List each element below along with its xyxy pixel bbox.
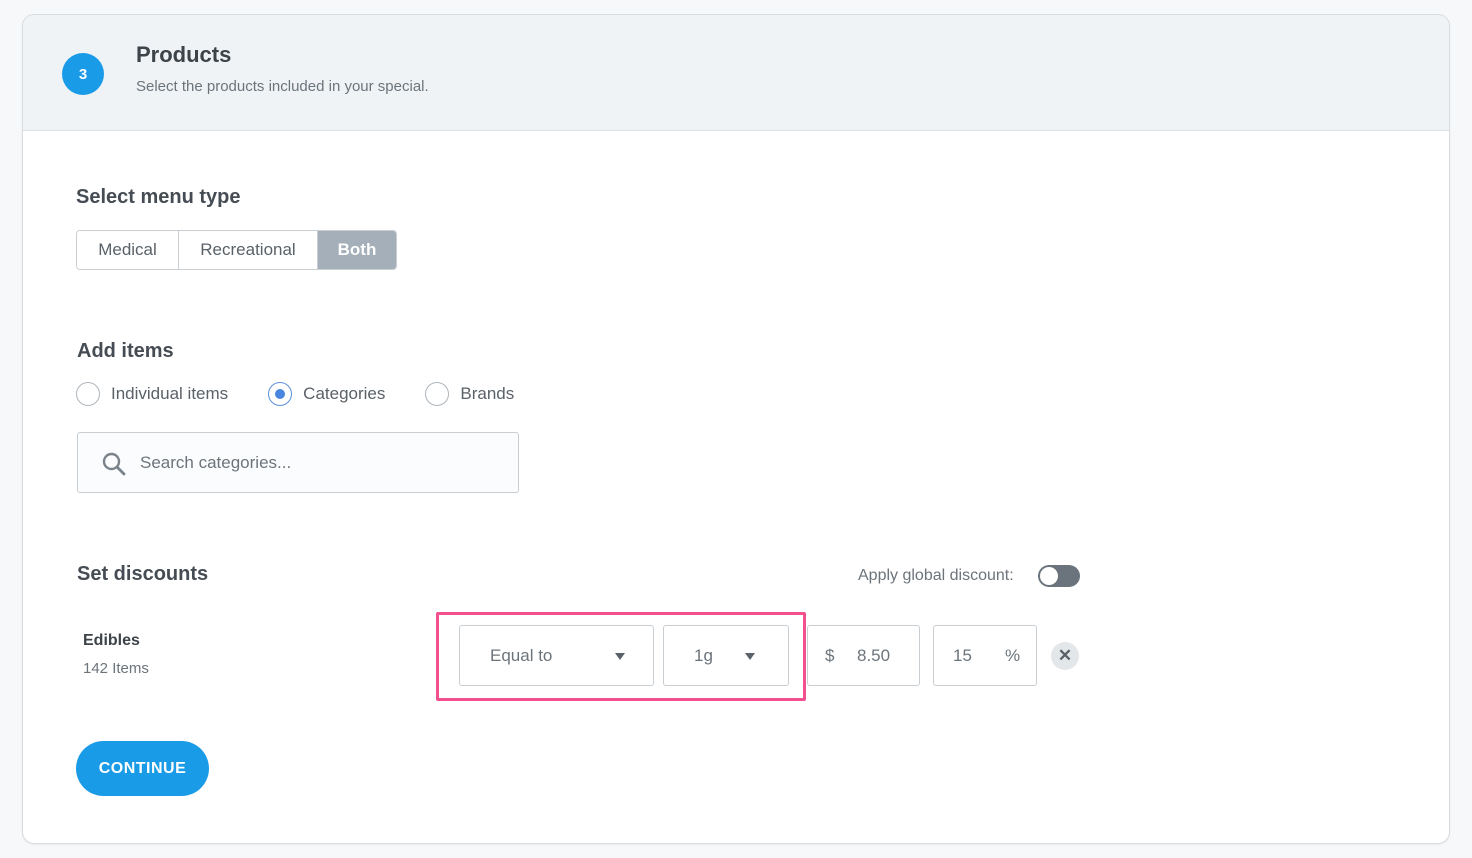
continue-button[interactable]: CONTINUE (76, 741, 209, 796)
set-discounts-title: Set discounts (77, 563, 209, 585)
category-name: Edibles (83, 632, 140, 649)
radio-label: Individual items (111, 384, 229, 403)
menu-type-medical[interactable]: Medical (77, 231, 179, 269)
radio-circle[interactable] (76, 382, 100, 406)
add-items-radio-group: Individual items Categories Brands (76, 382, 554, 406)
products-card: 3 Products Select the products included … (22, 14, 1450, 844)
close-icon: ✕ (1057, 646, 1073, 665)
percent-symbol: % (1005, 646, 1021, 665)
radio-label: Categories (303, 384, 386, 403)
percent-value: 15 (953, 646, 972, 665)
global-discount-toggle[interactable] (1038, 565, 1080, 587)
search-icon (102, 452, 126, 476)
radio-categories[interactable]: Categories (268, 382, 385, 406)
menu-type-segmented-control: Medical Recreational Both (76, 230, 397, 270)
card-header: 3 Products Select the products included … (23, 15, 1449, 131)
radio-individual-items[interactable]: Individual items (76, 382, 228, 406)
menu-type-recreational[interactable]: Recreational (179, 231, 318, 269)
page-subtitle: Select the products included in your spe… (136, 78, 429, 95)
toggle-knob (1040, 567, 1058, 585)
radio-circle-checked[interactable] (268, 382, 293, 406)
step-number-badge: 3 (62, 53, 104, 95)
highlight-box (436, 612, 806, 701)
radio-label: Brands (460, 384, 515, 403)
category-item-count: 142 Items (83, 660, 149, 677)
global-discount-label: Apply global discount: (858, 567, 1014, 584)
percent-input[interactable]: 15 % (933, 625, 1037, 686)
remove-discount-button[interactable]: ✕ (1051, 642, 1079, 670)
menu-type-both[interactable]: Both (318, 231, 396, 269)
search-categories-input[interactable] (140, 433, 510, 492)
page-title: Products (136, 42, 232, 67)
radio-brands[interactable]: Brands (425, 382, 514, 406)
price-input[interactable]: $ 8.50 (807, 625, 920, 686)
radio-circle[interactable] (425, 382, 450, 406)
price-value: 8.50 (857, 646, 891, 665)
menu-type-title: Select menu type (76, 186, 241, 208)
add-items-title: Add items (77, 340, 174, 362)
search-categories-box (77, 432, 519, 493)
currency-symbol: $ (825, 646, 835, 665)
